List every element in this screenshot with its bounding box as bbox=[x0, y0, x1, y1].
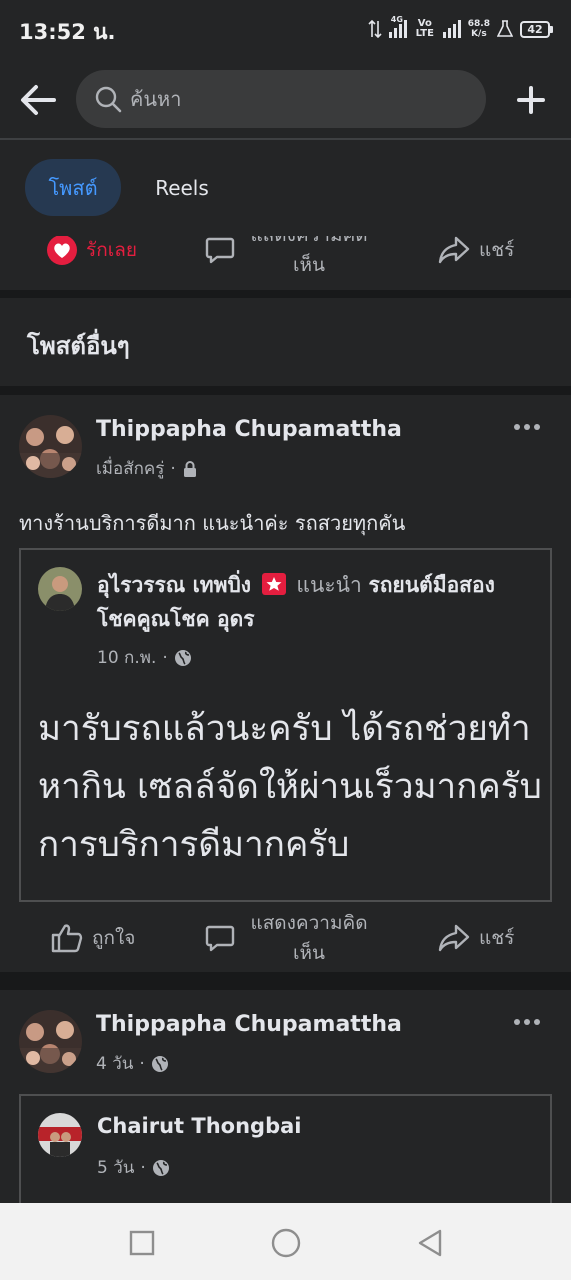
circle-icon bbox=[271, 1228, 301, 1258]
top-bar bbox=[0, 60, 571, 138]
share-button[interactable]: แชร์ bbox=[437, 898, 514, 978]
poster-name[interactable]: Thippapha Chupamattha bbox=[96, 1012, 402, 1037]
post-meta: 4 วัน · bbox=[96, 1050, 169, 1077]
recommend-icon bbox=[261, 573, 286, 595]
search-icon bbox=[94, 85, 122, 113]
share-label: แชร์ bbox=[479, 927, 515, 949]
share-icon bbox=[438, 236, 470, 264]
data-transfer-icon bbox=[368, 19, 382, 39]
more-icon bbox=[514, 1019, 540, 1025]
globe-icon bbox=[174, 649, 191, 666]
comment-label: แสดงความคิดเห็น bbox=[250, 912, 368, 964]
square-icon bbox=[129, 1230, 155, 1256]
volte-label: Vo LTE bbox=[415, 18, 434, 39]
like-label: ถูกใจ bbox=[92, 927, 136, 949]
battery-icon: 42 bbox=[520, 20, 553, 38]
shared-meta: 10 ก.พ. · bbox=[97, 644, 192, 671]
back-arrow-icon bbox=[21, 85, 56, 115]
shared-post[interactable]: อุไรวรรณ เทพบิ่ง แนะนำ รถยนต์มือสอง โชคค… bbox=[19, 548, 552, 902]
lock-icon bbox=[183, 460, 196, 477]
shared-date: 10 ก.พ. bbox=[97, 648, 157, 668]
post-time: 4 วัน bbox=[96, 1054, 134, 1074]
avatar[interactable] bbox=[19, 1010, 82, 1073]
recommend-label: แนะนำ bbox=[296, 573, 362, 597]
shared-author-avatar[interactable] bbox=[38, 1113, 82, 1157]
globe-icon bbox=[152, 1159, 169, 1176]
flask-icon bbox=[497, 20, 513, 37]
add-button[interactable] bbox=[509, 78, 553, 122]
shared-post-text: มารับรถแล้วนะครับ ได้รถช่วยทำหากิน เซลล์… bbox=[38, 709, 542, 865]
other-posts-header: โพสต์อื่นๆ bbox=[0, 298, 571, 386]
avatar[interactable] bbox=[19, 415, 82, 478]
more-options-button[interactable] bbox=[509, 415, 545, 439]
post-card: Thippapha Chupamattha เมื่อสักครู่ · ทาง… bbox=[0, 395, 571, 972]
shared-author-avatar[interactable] bbox=[38, 567, 82, 611]
plus-icon bbox=[517, 86, 545, 114]
comment-icon bbox=[205, 237, 235, 264]
previous-post-actions: รักเลย แสดงความคิดเห็น แชร์ bbox=[0, 236, 571, 290]
status-time: 13:52 น. bbox=[19, 20, 116, 44]
poster-name[interactable]: Thippapha Chupamattha bbox=[96, 417, 402, 442]
shared-meta: 5 วัน · bbox=[97, 1154, 170, 1181]
post-card: Thippapha Chupamattha 4 วัน · Chairut Th… bbox=[0, 990, 571, 1224]
home-button[interactable] bbox=[264, 1221, 308, 1265]
search-bar[interactable] bbox=[76, 70, 486, 128]
status-bar: 13:52 น. 4G Vo LTE 68.8 K/s 42 bbox=[0, 0, 571, 60]
more-icon bbox=[514, 424, 540, 430]
love-reaction-icon bbox=[47, 236, 77, 265]
post-actions: ถูกใจ แสดงความคิดเห็น แชร์ bbox=[0, 898, 571, 978]
comment-label: แสดงความคิดเห็น bbox=[250, 236, 367, 276]
globe-icon bbox=[151, 1055, 168, 1072]
status-icons: 4G Vo LTE 68.8 K/s 42 bbox=[368, 15, 553, 43]
section-title: โพสต์อื่นๆ bbox=[27, 332, 130, 360]
post-time: เมื่อสักครู่ bbox=[96, 459, 165, 479]
tabs-bar: โพสต์ Reels bbox=[0, 140, 571, 236]
love-label: รักเลย bbox=[86, 239, 137, 261]
back-nav-button[interactable] bbox=[408, 1221, 452, 1265]
comment-icon bbox=[205, 925, 235, 952]
shared-header: อุไรวรรณ เทพบิ่ง แนะนำ รถยนต์มือสอง โชคค… bbox=[97, 568, 537, 636]
navigation-bar bbox=[0, 1203, 571, 1280]
search-input[interactable] bbox=[130, 87, 430, 111]
shared-author-name[interactable]: Chairut Thongbai bbox=[97, 1114, 301, 1138]
like-button[interactable]: ถูกใจ bbox=[50, 898, 135, 978]
post-text: ทางร้านบริการดีมาก แนะนำค่ะ รถสวยทุกคัน bbox=[19, 511, 406, 535]
thumbs-up-icon bbox=[51, 924, 83, 953]
share-icon bbox=[438, 924, 470, 952]
signal-bars-icon bbox=[442, 20, 461, 38]
back-button[interactable] bbox=[16, 78, 60, 122]
love-button[interactable]: รักเลย bbox=[46, 236, 137, 290]
shared-date: 5 วัน bbox=[97, 1158, 135, 1178]
net-speed: 68.8 K/s bbox=[467, 19, 490, 39]
more-options-button[interactable] bbox=[509, 1010, 545, 1034]
post-meta: เมื่อสักครู่ · bbox=[96, 455, 198, 482]
triangle-back-icon bbox=[418, 1229, 442, 1257]
shared-author-name[interactable]: อุไรวรรณ เทพบิ่ง bbox=[97, 573, 251, 597]
recent-apps-button[interactable] bbox=[120, 1221, 164, 1265]
signal-4g-icon: 4G bbox=[388, 15, 407, 38]
tab-reels[interactable]: Reels bbox=[140, 159, 224, 216]
comment-button[interactable]: แสดงความคิดเห็น bbox=[204, 898, 374, 978]
comment-button[interactable]: แสดงความคิดเห็น bbox=[204, 236, 374, 290]
share-label: แชร์ bbox=[479, 239, 515, 261]
tab-posts[interactable]: โพสต์ bbox=[25, 159, 121, 216]
share-button[interactable]: แชร์ bbox=[437, 236, 514, 290]
